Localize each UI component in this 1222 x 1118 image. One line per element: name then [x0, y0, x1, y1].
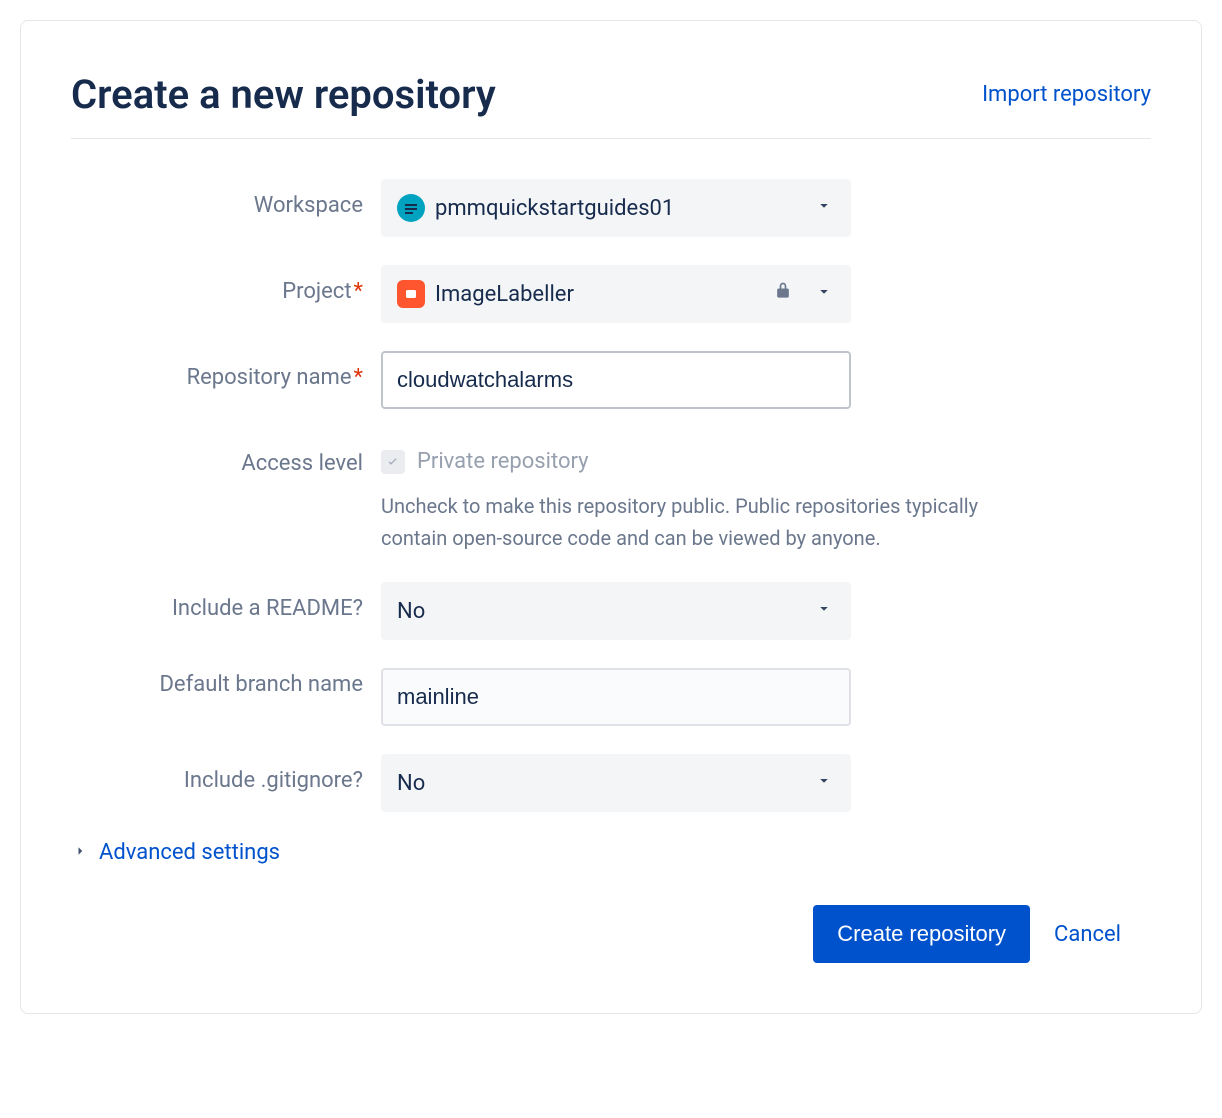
row-default-branch: Default branch name — [71, 668, 1151, 726]
project-select[interactable]: ImageLabeller — [381, 265, 851, 323]
chevron-down-icon — [815, 282, 833, 307]
readme-value: No — [397, 599, 425, 624]
row-project: Project* ImageLabeller — [71, 265, 1151, 323]
readme-select[interactable]: No — [381, 582, 851, 640]
label-readme: Include a README? — [172, 596, 363, 621]
label-repo-name: Repository name* — [187, 365, 363, 390]
default-branch-input[interactable] — [381, 668, 851, 726]
chevron-down-icon — [815, 599, 833, 624]
access-help-text: Uncheck to make this repository public. … — [381, 490, 1001, 554]
workspace-value: pmmquickstartguides01 — [435, 196, 674, 221]
chevron-down-icon — [815, 196, 833, 221]
create-repository-button[interactable]: Create repository — [813, 905, 1030, 963]
workspace-select[interactable]: pmmquickstartguides01 — [381, 179, 851, 237]
gitignore-value: No — [397, 771, 425, 796]
project-avatar-icon — [397, 280, 425, 308]
workspace-avatar-icon — [397, 194, 425, 222]
header-row: Create a new repository Import repositor… — [71, 71, 1151, 139]
advanced-settings-toggle[interactable]: Advanced settings — [71, 840, 1151, 865]
row-gitignore: Include .gitignore? No — [71, 754, 1151, 812]
page-title: Create a new repository — [71, 71, 496, 118]
private-repo-checkbox[interactable] — [381, 450, 405, 474]
import-repository-link[interactable]: Import repository — [982, 82, 1151, 107]
private-repo-label: Private repository — [417, 449, 589, 474]
chevron-down-icon — [815, 771, 833, 796]
cancel-link[interactable]: Cancel — [1054, 922, 1151, 947]
label-workspace: Workspace — [254, 193, 363, 218]
repo-name-input[interactable] — [381, 351, 851, 409]
label-access-level: Access level — [241, 451, 363, 476]
button-row: Create repository Cancel — [71, 905, 1151, 963]
row-repo-name: Repository name* — [71, 351, 1151, 409]
gitignore-select[interactable]: No — [381, 754, 851, 812]
row-access-level: Access level Private repository Uncheck … — [71, 437, 1151, 554]
create-repo-card: Create a new repository Import repositor… — [20, 20, 1202, 1014]
lock-icon — [773, 281, 793, 307]
advanced-settings-link[interactable]: Advanced settings — [99, 840, 280, 865]
row-workspace: Workspace pmmquickstartguides01 — [71, 179, 1151, 237]
project-value: ImageLabeller — [435, 282, 574, 307]
label-gitignore: Include .gitignore? — [184, 768, 363, 793]
chevron-right-icon — [71, 842, 89, 864]
label-project: Project* — [282, 279, 363, 304]
row-readme: Include a README? No — [71, 582, 1151, 640]
label-default-branch: Default branch name — [159, 672, 363, 697]
